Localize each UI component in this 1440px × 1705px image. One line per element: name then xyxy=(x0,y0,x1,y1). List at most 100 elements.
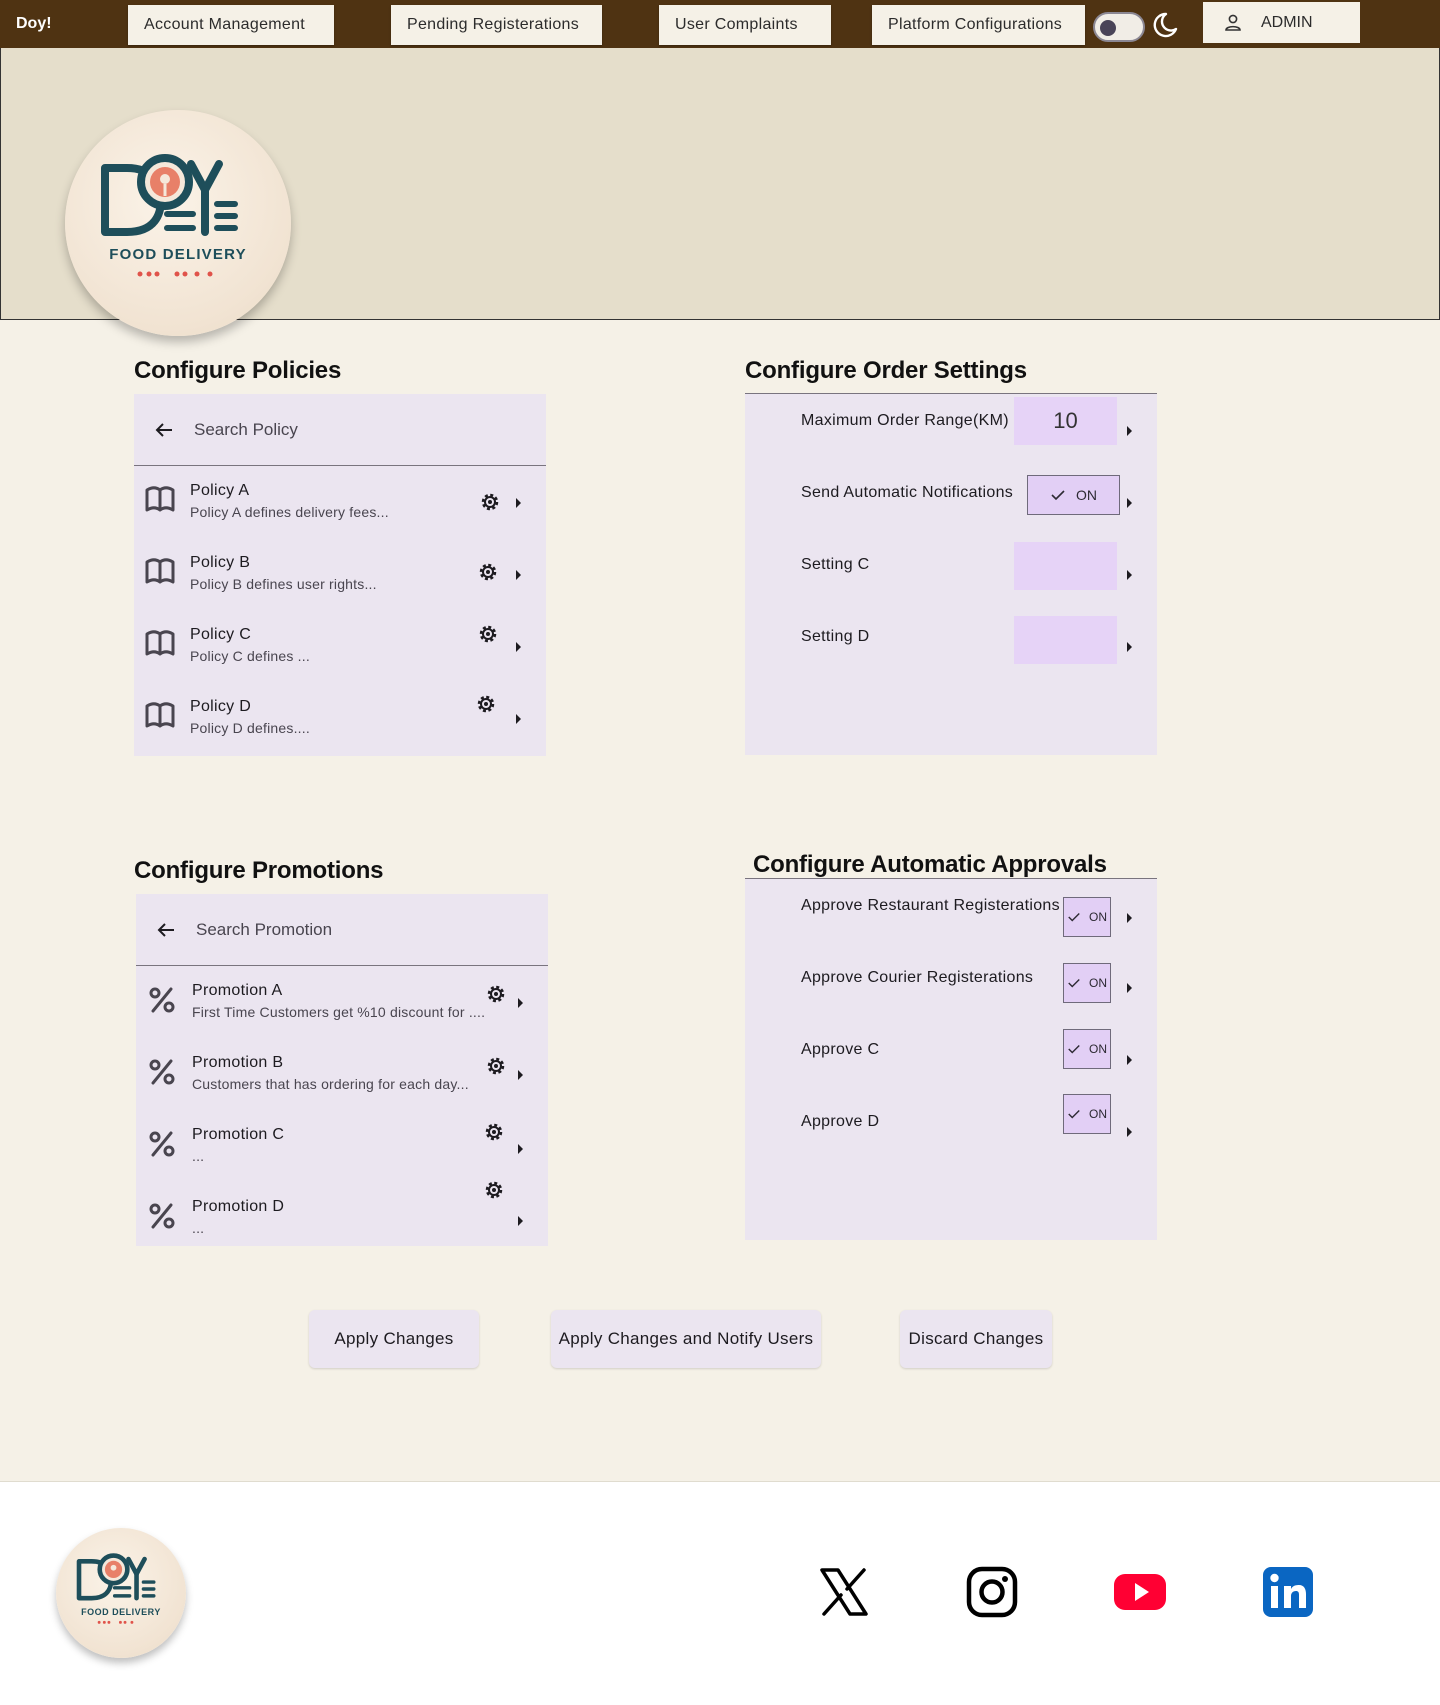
chevron-right-icon[interactable] xyxy=(1127,1127,1132,1137)
promotion-subtitle: ... xyxy=(192,1148,205,1164)
policy-title: Policy B xyxy=(190,554,251,571)
promotions-title: Configure Promotions xyxy=(134,857,384,884)
chevron-right-icon[interactable] xyxy=(518,998,523,1008)
back-arrow-icon[interactable] xyxy=(154,918,178,942)
policy-list-item[interactable]: Policy A Policy A defines delivery fees.… xyxy=(134,466,546,538)
policy-subtitle: Policy B defines user rights... xyxy=(190,576,377,592)
policies-title: Configure Policies xyxy=(134,357,342,384)
x-icon[interactable] xyxy=(816,1564,872,1620)
promotion-title: Promotion D xyxy=(192,1198,285,1215)
setting-d-input[interactable] xyxy=(1014,616,1117,664)
back-arrow-icon[interactable] xyxy=(152,418,176,442)
percent-icon xyxy=(149,1203,175,1229)
apply-notify-button[interactable]: Apply Changes and Notify Users xyxy=(551,1310,821,1368)
gear-icon[interactable] xyxy=(484,982,508,1006)
approval-label: Approve C xyxy=(801,1041,880,1058)
check-icon xyxy=(1051,490,1065,501)
chevron-right-icon[interactable] xyxy=(516,570,521,580)
chevron-right-icon[interactable] xyxy=(1127,983,1132,993)
admin-label: ADMIN xyxy=(1261,13,1313,31)
check-icon xyxy=(1068,1045,1080,1054)
book-icon xyxy=(145,630,175,656)
setting-label-c: Setting C xyxy=(801,556,870,573)
promotion-list-item[interactable]: Promotion D ... xyxy=(136,1181,548,1254)
chevron-right-icon[interactable] xyxy=(1127,570,1132,580)
gear-icon[interactable] xyxy=(484,1054,508,1078)
policies-panel: Search Policy Policy A Policy A defines … xyxy=(134,394,546,756)
chevron-right-icon[interactable] xyxy=(518,1070,523,1080)
percent-icon xyxy=(149,1059,175,1085)
toggle-state: ON xyxy=(1089,1042,1107,1056)
footer-logo-text: FOOD DELIVERY xyxy=(81,1607,161,1617)
chevron-right-icon[interactable] xyxy=(516,642,521,652)
book-icon xyxy=(145,558,175,584)
promotion-list-item[interactable]: Promotion C ... xyxy=(136,1110,548,1182)
toggle-state: ON xyxy=(1089,910,1107,924)
max-order-range-input[interactable]: 10 xyxy=(1014,397,1117,445)
gear-icon[interactable] xyxy=(474,692,498,716)
linkedin-icon[interactable] xyxy=(1260,1564,1316,1620)
logo-text: FOOD DELIVERY xyxy=(109,246,247,263)
policy-title: Policy C xyxy=(190,626,252,643)
policy-list-item[interactable]: Policy C Policy C defines ... xyxy=(134,610,546,682)
policy-search-input[interactable]: Search Policy xyxy=(194,420,298,440)
toggle-state: ON xyxy=(1089,1107,1107,1121)
gear-icon[interactable] xyxy=(482,1120,506,1144)
promotion-search-bar[interactable]: Search Promotion xyxy=(136,894,548,966)
tab-user-complaints[interactable]: User Complaints xyxy=(659,5,831,45)
approval-label: Approve Restaurant Registerations xyxy=(801,897,1060,914)
theme-toggle[interactable] xyxy=(1093,12,1145,42)
policy-list-item[interactable]: Policy B Policy B defines user rights... xyxy=(134,538,546,610)
chevron-right-icon[interactable] xyxy=(518,1144,523,1154)
percent-icon xyxy=(149,987,175,1013)
promotion-list-item[interactable]: Promotion A First Time Customers get %10… xyxy=(136,966,548,1038)
promotion-list-item[interactable]: Promotion B Customers that has ordering … xyxy=(136,1038,548,1110)
promotion-title: Promotion C xyxy=(192,1126,285,1143)
chevron-right-icon[interactable] xyxy=(1127,1055,1132,1065)
notifications-toggle[interactable]: ON xyxy=(1027,475,1120,515)
gear-icon[interactable] xyxy=(476,622,500,646)
footer-logo[interactable]: FOOD DELIVERY xyxy=(56,1528,186,1658)
setting-label-notifications: Send Automatic Notifications xyxy=(801,484,1014,501)
apply-changes-button[interactable]: Apply Changes xyxy=(309,1310,479,1368)
approvals-title: Configure Automatic Approvals xyxy=(753,851,1107,878)
chevron-right-icon[interactable] xyxy=(518,1216,523,1226)
approve-courier-toggle[interactable]: ON xyxy=(1063,963,1111,1003)
gear-icon[interactable] xyxy=(476,560,500,584)
approve-c-toggle[interactable]: ON xyxy=(1063,1029,1111,1069)
promotion-title: Promotion B xyxy=(192,1054,284,1071)
approve-d-toggle[interactable]: ON xyxy=(1063,1094,1111,1134)
promotion-subtitle: Customers that has ordering for each day… xyxy=(192,1076,469,1092)
book-icon xyxy=(145,486,175,512)
doy-logo[interactable]: FOOD DELIVERY xyxy=(65,110,291,336)
chevron-right-icon[interactable] xyxy=(516,498,521,508)
policy-search-bar[interactable]: Search Policy xyxy=(134,394,546,466)
chevron-right-icon[interactable] xyxy=(1127,498,1132,508)
youtube-icon[interactable] xyxy=(1112,1564,1168,1620)
chevron-right-icon[interactable] xyxy=(516,714,521,724)
approval-label: Approve Courier Registerations xyxy=(801,969,1034,986)
policy-subtitle: Policy A defines delivery fees... xyxy=(190,504,389,520)
user-icon xyxy=(1225,14,1241,31)
gear-icon[interactable] xyxy=(482,1178,506,1202)
footer: FOOD DELIVERY xyxy=(0,1481,1440,1705)
admin-button[interactable]: ADMIN xyxy=(1203,2,1360,43)
approve-restaurant-toggle[interactable]: ON xyxy=(1063,897,1111,937)
policy-subtitle: Policy C defines ... xyxy=(190,648,310,664)
gear-icon[interactable] xyxy=(478,490,502,514)
brand-name[interactable]: Doy! xyxy=(16,15,52,33)
setting-c-input[interactable] xyxy=(1014,542,1117,590)
setting-label-max-range: Maximum Order Range(KM) xyxy=(801,412,1009,429)
tab-account-management[interactable]: Account Management xyxy=(128,5,334,45)
instagram-icon[interactable] xyxy=(964,1564,1020,1620)
book-icon xyxy=(145,702,175,728)
promotion-search-input[interactable]: Search Promotion xyxy=(196,920,332,940)
discard-changes-button[interactable]: Discard Changes xyxy=(900,1310,1052,1368)
chevron-right-icon[interactable] xyxy=(1127,426,1132,436)
policy-subtitle: Policy D defines.... xyxy=(190,720,310,736)
tab-platform-configurations[interactable]: Platform Configurations xyxy=(872,5,1085,45)
chevron-right-icon[interactable] xyxy=(1127,642,1132,652)
policy-list-item[interactable]: Policy D Policy D defines.... xyxy=(134,682,546,754)
tab-pending-registrations[interactable]: Pending Registerations xyxy=(391,5,602,45)
chevron-right-icon[interactable] xyxy=(1127,913,1132,923)
